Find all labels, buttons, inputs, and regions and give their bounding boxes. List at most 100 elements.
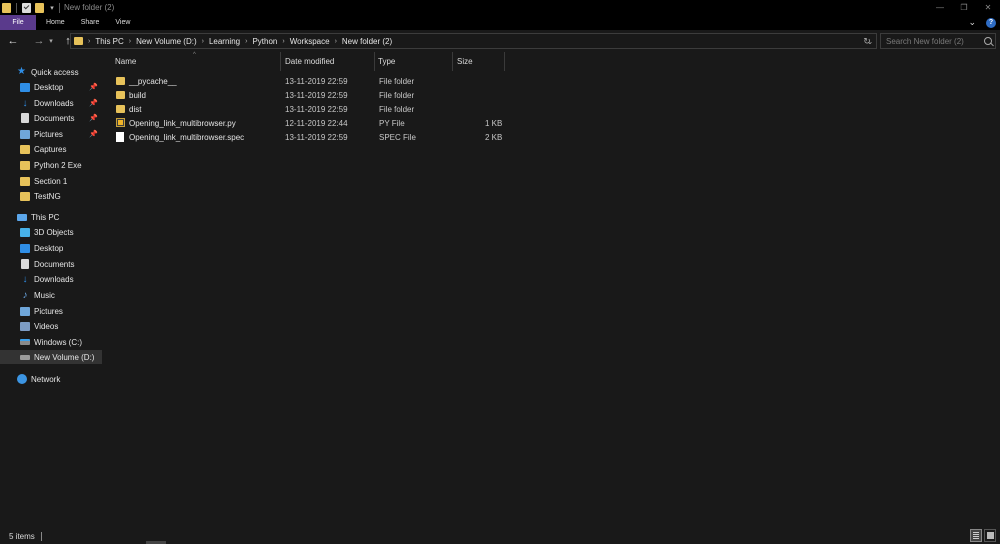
nav-quick-access[interactable]: ★ Quick access <box>0 65 102 79</box>
nav-pc-documents[interactable]: Documents <box>0 257 102 271</box>
maximize-button[interactable]: ❐ <box>952 0 976 15</box>
file-name: build <box>129 90 146 100</box>
nav-pc-3d-objects[interactable]: 3D Objects <box>0 225 102 239</box>
folder-icon <box>20 160 30 170</box>
quick-access-toolbar: ▾ <box>0 0 56 15</box>
address-row: ← → ▾ ↑ › This PC › New Volume (D:) › Le… <box>0 30 1000 52</box>
recent-locations-dropdown-icon[interactable]: ▾ <box>47 34 55 48</box>
nav-qa-captures[interactable]: Captures <box>0 142 102 156</box>
breadcrumb-this-pc[interactable]: This PC <box>95 37 123 46</box>
pin-icon[interactable]: 📌 <box>89 114 98 122</box>
properties-icon[interactable] <box>22 2 31 13</box>
column-header-name[interactable]: Name <box>115 52 136 71</box>
table-row[interactable]: dist 13-11-2019 22:59 File folder <box>112 102 512 116</box>
minimize-button[interactable]: — <box>928 0 952 15</box>
nav-label: Pictures <box>34 129 63 139</box>
folder-icon <box>116 77 125 85</box>
nav-qa-testng[interactable]: TestNG <box>0 189 102 203</box>
pictures-icon <box>20 129 30 139</box>
file-name: Opening_link_multibrowser.spec <box>129 132 245 142</box>
nav-qa-desktop[interactable]: Desktop 📌 <box>0 80 102 94</box>
expand-ribbon-icon[interactable]: ⌄ <box>968 17 976 28</box>
close-button[interactable]: ✕ <box>976 0 1000 15</box>
new-folder-icon[interactable] <box>35 2 44 13</box>
back-arrow-icon[interactable]: ← <box>6 34 20 48</box>
tab-home[interactable]: Home <box>36 15 73 30</box>
refresh-icon[interactable]: ↻ <box>861 35 873 47</box>
nav-qa-documents[interactable]: Documents 📌 <box>0 111 102 125</box>
nav-qa-pictures[interactable]: Pictures 📌 <box>0 127 102 141</box>
nav-pc-music[interactable]: ♪ Music <box>0 288 102 302</box>
nav-pc-desktop[interactable]: Desktop <box>0 241 102 255</box>
nav-label: TestNG <box>34 191 61 201</box>
nav-qa-section-1[interactable]: Section 1 <box>0 174 102 188</box>
column-header-size[interactable]: Size <box>457 52 473 71</box>
breadcrumb-python[interactable]: Python <box>252 37 277 46</box>
nav-label: Music <box>34 290 55 300</box>
nav-label: Pictures <box>34 306 63 316</box>
column-divider[interactable] <box>504 52 505 71</box>
table-row[interactable]: __pycache__ 13-11-2019 22:59 File folder <box>112 74 512 88</box>
nav-label: Captures <box>34 144 67 154</box>
sort-ascending-icon: ^ <box>193 52 196 58</box>
nav-label: Documents <box>34 259 75 269</box>
table-row[interactable]: Opening_link_multibrowser.spec 13-11-201… <box>112 130 512 144</box>
large-icons-view-button[interactable] <box>984 529 996 542</box>
tab-view[interactable]: View <box>107 15 138 30</box>
nav-label: Windows (C:) <box>34 337 83 347</box>
nav-this-pc[interactable]: This PC <box>0 210 102 224</box>
breadcrumb-chevron-icon[interactable]: › <box>282 38 284 45</box>
address-bar[interactable]: › This PC › New Volume (D:) › Learning ›… <box>70 33 877 49</box>
tab-file[interactable]: File <box>0 15 36 30</box>
pin-icon[interactable]: 📌 <box>89 99 98 107</box>
file-name: __pycache__ <box>129 76 177 86</box>
downloads-icon: ↓ <box>22 97 28 109</box>
tab-share[interactable]: Share <box>73 15 108 30</box>
column-divider[interactable] <box>452 52 453 71</box>
pin-icon[interactable]: 📌 <box>89 130 98 138</box>
title-bar: ▾ New folder (2) — ❐ ✕ <box>0 0 1000 15</box>
help-icon[interactable]: ? <box>986 17 996 28</box>
nav-pc-new-volume-d[interactable]: New Volume (D:) <box>0 350 102 364</box>
ribbon-tabs: File Home Share View ⌄ ? <box>0 15 1000 30</box>
windows-drive-icon <box>20 339 30 345</box>
nav-qa-python-2-exe[interactable]: Python 2 Exe <box>0 158 102 172</box>
breadcrumb-new-folder-2[interactable]: New folder (2) <box>342 37 392 46</box>
search-input[interactable] <box>886 36 982 46</box>
large-icons-view-icon <box>986 532 994 539</box>
nav-label: Desktop <box>34 243 64 253</box>
breadcrumb-chevron-icon[interactable]: › <box>335 38 337 45</box>
divider <box>40 531 42 541</box>
python-file-icon <box>116 118 125 127</box>
nav-label: Desktop <box>34 82 64 92</box>
folder-icon <box>20 144 30 154</box>
customize-toolbar-dropdown-icon[interactable]: ▾ <box>48 4 56 12</box>
forward-arrow-icon[interactable]: → <box>32 34 46 48</box>
breadcrumb-learning[interactable]: Learning <box>209 37 240 46</box>
table-row[interactable]: build 13-11-2019 22:59 File folder <box>112 88 512 102</box>
search-box[interactable] <box>880 33 996 49</box>
breadcrumb-chevron-icon[interactable]: › <box>88 38 90 45</box>
file-name: dist <box>129 104 142 114</box>
breadcrumb-chevron-icon[interactable]: › <box>202 38 204 45</box>
table-row[interactable]: Opening_link_multibrowser.py 12-11-2019 … <box>112 116 512 130</box>
nav-label: This PC <box>31 212 60 222</box>
column-header-type[interactable]: Type <box>378 52 395 71</box>
nav-network[interactable]: Network <box>0 372 102 386</box>
breadcrumb-workspace[interactable]: Workspace <box>290 37 330 46</box>
nav-qa-downloads[interactable]: ↓ Downloads 📌 <box>0 96 102 110</box>
details-view-button[interactable] <box>970 529 982 542</box>
nav-pc-downloads[interactable]: ↓ Downloads <box>0 272 102 286</box>
column-header-date-modified[interactable]: Date modified <box>285 52 334 71</box>
breadcrumb-new-volume[interactable]: New Volume (D:) <box>136 37 196 46</box>
file-type: PY File <box>379 118 405 128</box>
pin-icon[interactable]: 📌 <box>89 83 98 91</box>
nav-pc-videos[interactable]: Videos <box>0 319 102 333</box>
column-divider[interactable] <box>374 52 375 71</box>
column-divider[interactable] <box>280 52 281 71</box>
nav-pc-pictures[interactable]: Pictures <box>0 304 102 318</box>
nav-pc-windows-c[interactable]: Windows (C:) <box>0 335 102 349</box>
breadcrumb-chevron-icon[interactable]: › <box>129 38 131 45</box>
breadcrumb-chevron-icon[interactable]: › <box>245 38 247 45</box>
window-controls: — ❐ ✕ <box>928 0 1000 15</box>
